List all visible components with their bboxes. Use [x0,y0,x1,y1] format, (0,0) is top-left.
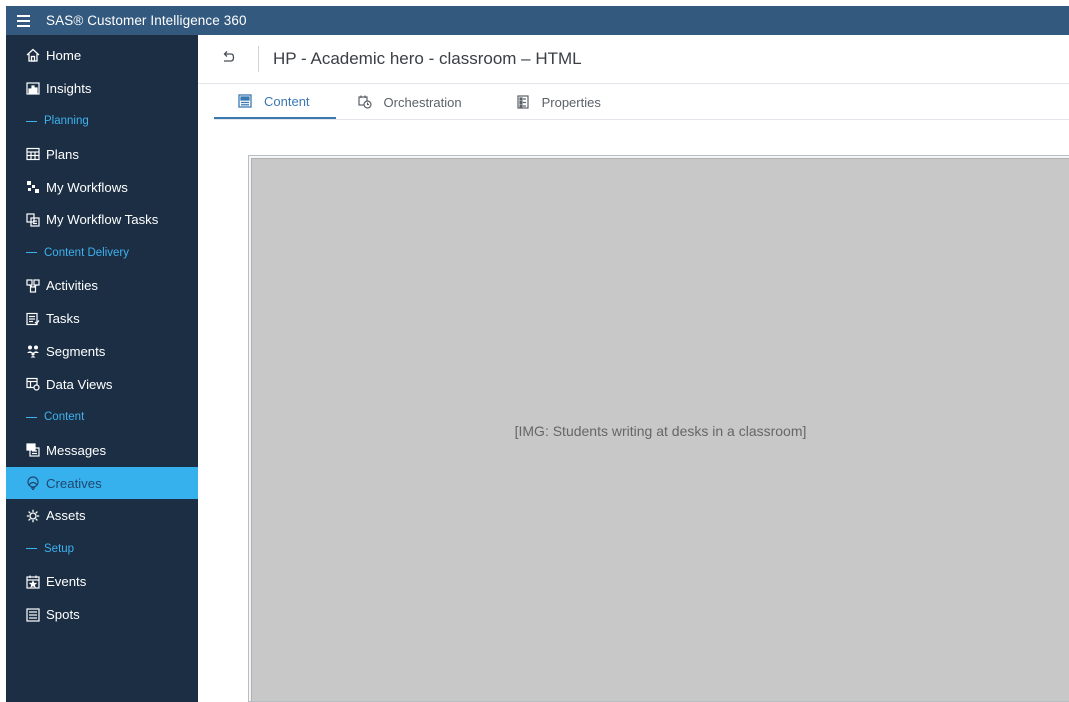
header-divider [258,46,259,72]
tasks-icon [26,312,40,326]
sidebar-item-label: Home [46,47,82,63]
section-label: Content [44,411,85,424]
activities-icon [26,279,40,293]
sidebar-item-label: Tasks [46,311,80,327]
tab-properties[interactable]: Properties [476,85,615,119]
sidebar-section-content-delivery: Content Delivery [6,236,198,269]
spots-icon [26,607,40,622]
sidebar-item-label: Events [46,574,87,590]
sidebar-item-tasks[interactable]: Tasks [6,302,198,335]
section-label: Content Delivery [44,246,130,259]
sidebar-nav: Home Insights Planning Plans My Workflow… [6,35,198,702]
sidebar-section-planning: Planning [6,105,198,138]
sidebar-item-label: Insights [46,80,92,96]
sidebar-item-label: Plans [46,146,79,162]
creative-preview: [IMG: Students writing at desks in a cla… [248,155,1069,702]
sidebar-item-label: Assets [46,508,86,524]
events-icon [26,575,40,589]
back-button[interactable] [198,35,258,84]
plans-icon [26,147,40,161]
section-label: Setup [44,542,75,555]
sidebar-item-label: Activities [46,278,99,294]
page-header: HP - Academic hero - classroom – HTML [198,35,1069,84]
tab-bar: Content Orchestration Properties [214,85,1069,120]
back-icon [221,50,235,69]
sidebar-item-data-views[interactable]: Data Views [6,368,198,401]
sidebar-item-label: My Workflows [46,179,128,195]
top-bar: SAS® Customer Intelligence 360 [6,6,1069,35]
data-views-icon [26,377,40,391]
sidebar-item-label: Creatives [46,475,102,491]
segments-icon [26,344,40,358]
sidebar-item-label: Messages [46,442,107,458]
page-title: HP - Academic hero - classroom – HTML [273,49,582,68]
properties-icon [516,95,530,109]
sidebar-section-content: Content [6,401,198,434]
app-title: SAS® Customer Intelligence 360 [46,13,247,28]
sidebar-item-creatives[interactable]: Creatives [6,466,198,500]
orchestration-icon [357,95,372,109]
messages-icon [26,443,40,457]
main-content: HP - Academic hero - classroom – HTML Co… [198,35,1069,702]
sidebar-item-label: My Workflow Tasks [46,212,159,228]
sidebar-item-assets[interactable]: Assets [6,499,198,532]
hero-image: [IMG: Students writing at desks in a cla… [251,158,1069,701]
creatives-icon [26,476,40,491]
sidebar-item-events[interactable]: Events [6,565,198,598]
sidebar-item-messages[interactable]: Messages [6,434,198,467]
tab-content[interactable]: Content [214,85,336,119]
home-icon [26,48,40,63]
sidebar-item-spots[interactable]: Spots [6,598,198,631]
sidebar-item-activities[interactable]: Activities [6,269,198,302]
content-icon [238,94,252,108]
sidebar-item-plans[interactable]: Plans [6,138,198,171]
workflow-tasks-icon [26,213,40,227]
app-window: SAS® Customer Intelligence 360 Home Insi… [0,0,1069,702]
sidebar-item-my-workflow-tasks[interactable]: My Workflow Tasks [6,203,198,236]
insights-icon [26,81,40,95]
tab-label: Content [264,93,310,109]
tab-orchestration[interactable]: Orchestration [336,85,476,119]
assets-icon [26,509,40,523]
sidebar-item-home[interactable]: Home [6,39,198,72]
tab-label: Orchestration [383,94,462,110]
sidebar-item-my-workflows[interactable]: My Workflows [6,171,198,204]
section-label: Planning [44,115,89,128]
sidebar-section-setup: Setup [6,532,198,565]
sidebar-item-label: Data Views [46,376,113,392]
sidebar-item-label: Segments [46,343,106,359]
sidebar-item-insights[interactable]: Insights [6,72,198,105]
workflows-icon [26,180,40,194]
tab-label: Properties [541,94,601,110]
sidebar-item-segments[interactable]: Segments [6,335,198,368]
hamburger-icon[interactable] [6,6,40,35]
sidebar-item-label: Spots [46,607,80,623]
